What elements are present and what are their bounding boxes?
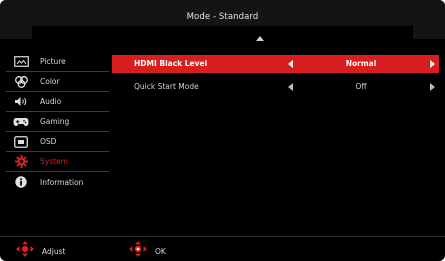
setting-label: Quick Start Mode	[134, 82, 199, 91]
arrow-left-icon[interactable]	[288, 83, 293, 91]
footer-ok-hint: OK	[129, 241, 166, 261]
setting-row-quick-start-mode[interactable]: Quick Start Mode Off	[112, 78, 439, 96]
sidebar-item-system[interactable]: System	[6, 152, 109, 172]
joystick-four-way-icon	[16, 241, 34, 261]
footer-divider	[0, 236, 445, 237]
setting-row-hdmi-black-level[interactable]: HDMI Black Level Normal	[112, 55, 439, 73]
sidebar-item-label: OSD	[40, 137, 57, 146]
monitor-osd-menu: Mode - Standard Picture Color Audio Gami…	[0, 0, 445, 261]
sidebar-item-gaming[interactable]: Gaming	[6, 112, 109, 132]
setting-label: HDMI Black Level	[134, 59, 208, 68]
arrow-right-icon[interactable]	[430, 60, 435, 68]
sidebar-item-osd[interactable]: OSD	[6, 132, 109, 152]
sidebar-item-label: Color	[40, 77, 60, 86]
picture-icon	[10, 55, 32, 69]
joystick-press-icon	[129, 241, 147, 261]
arrow-right-icon[interactable]	[430, 83, 435, 91]
osd-header: Mode - Standard	[0, 0, 445, 39]
audio-icon	[10, 95, 32, 109]
footer-adjust-label: Adjust	[42, 246, 66, 256]
sidebar-item-label: Information	[40, 177, 84, 187]
color-icon	[10, 75, 32, 89]
sidebar-item-audio[interactable]: Audio	[6, 92, 109, 112]
information-icon	[10, 175, 32, 189]
sidebar-item-label: Picture	[40, 57, 66, 66]
gaming-icon	[10, 115, 32, 129]
sidebar-item-picture[interactable]: Picture	[6, 52, 109, 72]
footer-ok-label: OK	[155, 246, 166, 256]
sidebar-item-information[interactable]: Information	[6, 172, 109, 192]
header-notch	[32, 26, 413, 39]
osd-icon	[10, 135, 32, 149]
sidebar-item-color[interactable]: Color	[6, 72, 109, 92]
system-icon	[10, 155, 32, 169]
setting-value: Off	[355, 82, 367, 91]
sidebar-item-label: Gaming	[40, 117, 70, 126]
sidebar-item-label: System	[40, 157, 68, 166]
scroll-up-arrow-icon[interactable]	[256, 36, 264, 41]
sidebar-item-label: Audio	[40, 97, 62, 106]
footer-adjust-hint: Adjust	[16, 241, 66, 261]
arrow-left-icon[interactable]	[288, 60, 293, 68]
setting-value: Normal	[345, 59, 377, 68]
sidebar: Picture Color Audio Gaming OSD System In…	[6, 52, 109, 192]
mode-title: Mode - Standard	[186, 12, 259, 22]
